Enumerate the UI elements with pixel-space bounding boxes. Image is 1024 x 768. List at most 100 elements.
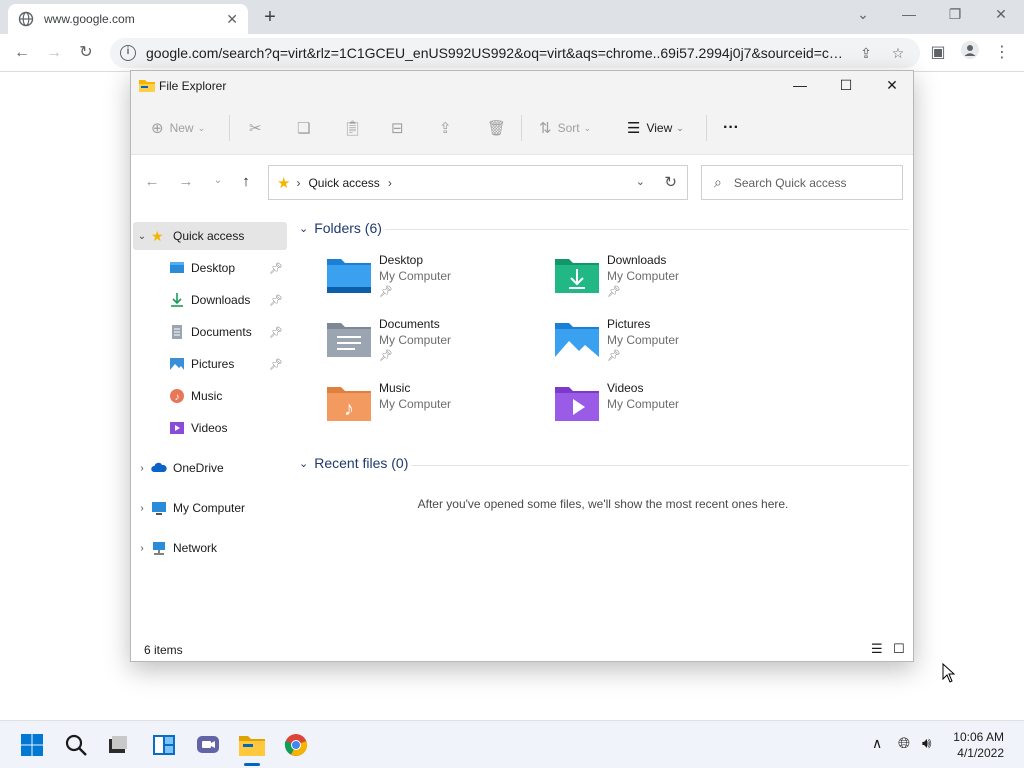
bookmark-star-icon[interactable]: ☆	[886, 45, 910, 62]
forward-arrow-icon[interactable]: →	[175, 173, 197, 193]
folder-tile-videos[interactable]: Videos My Computer	[555, 381, 775, 437]
explorer-minimize-button[interactable]: —	[777, 71, 823, 101]
downloads-folder-icon	[555, 259, 599, 293]
start-button[interactable]	[18, 731, 46, 759]
reload-icon[interactable]: ↻	[74, 41, 98, 65]
chevron-right-icon[interactable]: ›	[133, 503, 151, 514]
nav-item-pictures[interactable]: Pictures 📌︎	[133, 350, 287, 378]
refresh-icon[interactable]: ↻	[664, 173, 677, 191]
show-hidden-icons-chevron-icon[interactable]: ∧	[872, 735, 882, 752]
side-panel-icon[interactable]: ▣	[926, 41, 950, 65]
chevron-right-icon[interactable]: ›	[133, 463, 151, 474]
pictures-folder-icon	[555, 323, 599, 357]
nav-item-my-computer[interactable]: › My Computer	[133, 494, 287, 522]
folder-tile-music[interactable]: ♪ Music My Computer	[327, 381, 547, 437]
share-icon[interactable]: ⇪	[854, 45, 878, 62]
folder-name: Documents	[379, 317, 440, 331]
new-button[interactable]: ⊕ New ⌄	[151, 117, 205, 139]
chevron-down-icon: ⌄	[583, 122, 592, 133]
back-icon[interactable]: ←	[10, 41, 34, 65]
browser-menu-icon[interactable]: ⋮	[990, 41, 1014, 65]
tab-search-icon[interactable]: ⌄	[840, 0, 886, 30]
browser-minimize-button[interactable]: —	[886, 0, 932, 30]
address-dropdown-icon[interactable]: ⌄	[636, 175, 645, 188]
item-count: 6 items	[144, 643, 183, 657]
scissors-icon: ✂	[249, 120, 262, 137]
nav-item-onedrive[interactable]: › OneDrive	[133, 454, 287, 482]
explorer-address-bar[interactable]: ★ › Quick access › ⌄ ↻	[268, 165, 688, 200]
cut-button[interactable]: ✂	[249, 117, 268, 139]
browser-restore-button[interactable]: ❐	[932, 0, 978, 30]
nav-item-network[interactable]: › Network	[133, 534, 287, 562]
folder-location: My Computer	[379, 397, 452, 411]
folder-tile-pictures[interactable]: Pictures My Computer 📌︎	[555, 317, 775, 373]
explorer-close-button[interactable]: ✕	[869, 71, 915, 101]
network-globe-icon[interactable]: 🌐︎	[898, 735, 910, 752]
document-icon	[172, 325, 182, 339]
address-row: ← → ⌄ ↑ ★ › Quick access › ⌄ ↻ ⌕ Search …	[131, 155, 913, 209]
chat-button[interactable]	[194, 731, 222, 759]
chrome-icon	[284, 734, 308, 756]
file-explorer-taskbar-button[interactable]	[238, 731, 266, 766]
view-button[interactable]: ☰ View ⌄	[627, 117, 684, 139]
taskbar-search-button[interactable]	[62, 731, 90, 759]
nav-label: Music	[191, 389, 223, 403]
nav-item-videos[interactable]: Videos	[133, 414, 287, 442]
nav-item-downloads[interactable]: Downloads 📌︎	[133, 286, 287, 314]
pin-icon: 📌︎	[269, 294, 283, 307]
profile-avatar-icon[interactable]	[958, 41, 982, 65]
taskbar-clock[interactable]: 10:06 AM 4/1/2022	[953, 729, 1004, 761]
breadcrumb-quick-access[interactable]: Quick access	[308, 176, 379, 190]
paste-button[interactable]: 📋︎	[343, 117, 368, 139]
folder-tile-desktop[interactable]: Desktop My Computer 📌︎	[327, 253, 547, 309]
search-placeholder: Search Quick access	[733, 175, 847, 190]
widgets-button[interactable]	[150, 731, 178, 759]
copy-button[interactable]: ❏	[297, 117, 316, 139]
chrome-taskbar-button[interactable]	[282, 731, 310, 759]
search-quick-access-input[interactable]: ⌕ Search Quick access	[701, 165, 903, 200]
recent-locations-icon[interactable]: ⌄	[207, 175, 229, 195]
delete-button[interactable]: 🗑︎	[487, 117, 512, 139]
up-arrow-icon[interactable]: ↑	[235, 173, 257, 193]
windows-logo-icon	[21, 734, 43, 756]
rename-button[interactable]: ⊟	[391, 117, 410, 139]
breadcrumb-chevron-icon[interactable]: ›	[388, 176, 392, 190]
sort-button[interactable]: ⇅ Sort ⌄	[539, 117, 591, 139]
folders-group-header[interactable]: ⌄ Folders (6)	[299, 220, 382, 236]
explorer-maximize-button[interactable]: ☐	[823, 71, 869, 101]
nav-label: My Computer	[173, 501, 246, 515]
nav-item-music[interactable]: ♪ Music	[133, 382, 287, 410]
tab-close-icon[interactable]: ✕	[226, 11, 238, 28]
nav-item-documents[interactable]: Documents 📌︎	[133, 318, 287, 346]
folder-tile-downloads[interactable]: Downloads My Computer 📌︎	[555, 253, 775, 309]
navigation-pane: ⌄ ★ Quick access Desktop 📌︎ Downloads 📌︎…	[131, 209, 293, 629]
folder-tile-documents[interactable]: Documents My Computer 📌︎	[327, 317, 547, 373]
task-view-button[interactable]	[104, 731, 132, 759]
site-info-icon[interactable]: i	[120, 45, 136, 61]
chevron-down-icon: ⌄	[299, 222, 309, 235]
sort-label: Sort	[557, 121, 580, 135]
tiles-view-icon[interactable]: ☐	[893, 641, 905, 657]
forward-icon[interactable]: →	[42, 41, 66, 65]
chevron-right-icon[interactable]: ›	[133, 543, 151, 554]
nav-label: Documents	[191, 325, 252, 339]
group-divider	[411, 465, 909, 466]
browser-tab[interactable]: www.google.com ✕	[8, 4, 248, 34]
desktop-folder-icon	[327, 259, 371, 293]
back-arrow-icon[interactable]: ←	[141, 173, 163, 193]
url-text[interactable]: google.com/search?q=virt&rlz=1C1GCEU_enU…	[146, 45, 846, 61]
clock-date: 4/1/2022	[957, 746, 1004, 760]
recent-files-group-header[interactable]: ⌄ Recent files (0)	[299, 455, 408, 471]
pin-icon: 📌︎	[269, 358, 283, 371]
browser-close-button[interactable]: ✕	[978, 0, 1024, 30]
new-tab-button[interactable]: +	[258, 6, 282, 30]
details-view-icon[interactable]: ☰	[871, 641, 883, 657]
chevron-down-icon[interactable]: ⌄	[133, 231, 151, 242]
volume-icon[interactable]: 🔊︎	[922, 735, 931, 752]
nav-item-quick-access[interactable]: ⌄ ★ Quick access	[133, 222, 287, 250]
cloud-icon	[151, 462, 167, 472]
more-options-button[interactable]: ···	[723, 117, 739, 139]
address-bar[interactable]: i google.com/search?q=virt&rlz=1C1GCEU_e…	[110, 38, 920, 68]
nav-item-desktop[interactable]: Desktop 📌︎	[133, 254, 287, 282]
share-button[interactable]: ⇪	[439, 117, 458, 139]
